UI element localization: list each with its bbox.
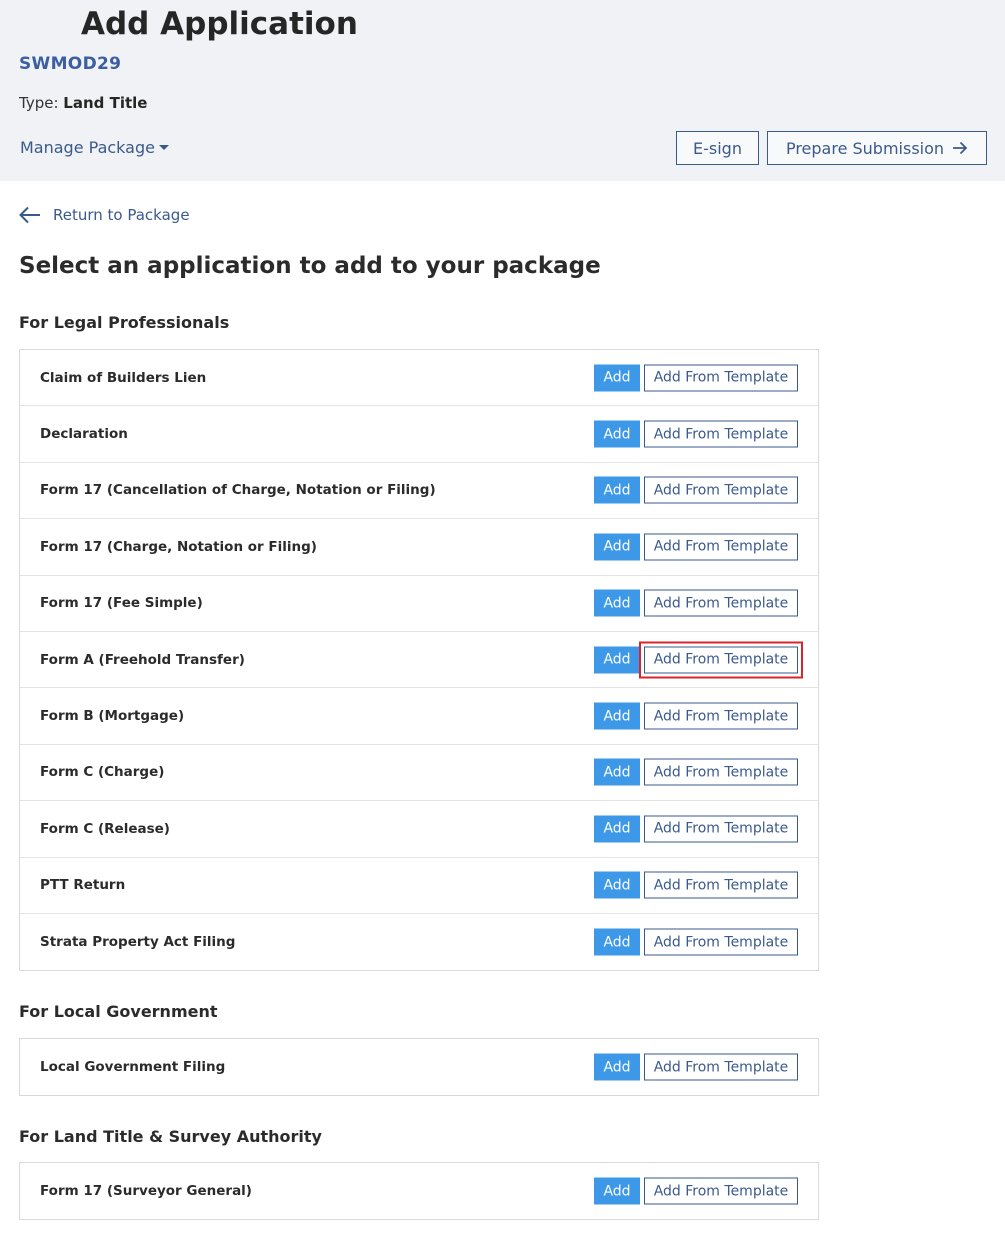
application-name: Form C (Charge)	[40, 764, 165, 781]
add-button[interactable]: Add	[594, 420, 640, 448]
application-name: Form 17 (Surveyor General)	[40, 1183, 252, 1200]
add-from-template-button[interactable]: Add From Template	[644, 928, 798, 956]
application-name: Local Government Filing	[40, 1059, 226, 1076]
application-row: PTT Return Add Add From Template	[20, 858, 818, 914]
application-name: Form 17 (Cancellation of Charge, Notatio…	[40, 482, 436, 499]
application-row: Declaration Add Add From Template	[20, 406, 818, 463]
add-from-template-button[interactable]: Add From Template	[644, 702, 798, 730]
add-from-template-button-highlighted[interactable]: Add From Template	[639, 641, 803, 679]
add-from-template-button[interactable]: Add From Template	[644, 364, 798, 392]
application-row: Local Government Filing Add Add From Tem…	[20, 1039, 818, 1095]
caret-down-icon	[158, 144, 169, 150]
add-button[interactable]: Add	[594, 1053, 640, 1081]
add-button[interactable]: Add	[594, 589, 640, 617]
add-from-template-button[interactable]: Add From Template	[644, 871, 798, 899]
add-from-template-button[interactable]: Add From Template	[644, 1177, 798, 1205]
application-name: Form B (Mortgage)	[40, 708, 185, 725]
application-name: Declaration	[40, 426, 128, 443]
add-button[interactable]: Add	[594, 871, 640, 899]
application-row: Form 17 (Charge, Notation or Filing) Add…	[20, 519, 818, 576]
add-button[interactable]: Add	[594, 476, 640, 504]
application-name: Form C (Release)	[40, 820, 170, 837]
add-button[interactable]: Add	[594, 1177, 640, 1205]
application-row: Form B (Mortgage) Add Add From Template	[20, 688, 818, 745]
application-list-land-title-survey-authority: Form 17 (Surveyor General) Add Add From …	[19, 1162, 819, 1221]
application-row: Form 17 (Fee Simple) Add Add From Templa…	[20, 576, 818, 632]
manage-package-label: Manage Package	[20, 138, 155, 157]
application-row: Form 17 (Cancellation of Charge, Notatio…	[20, 463, 818, 520]
add-button[interactable]: Add	[594, 758, 640, 786]
return-to-package-label: Return to Package	[53, 206, 190, 224]
application-name: Claim of Builders Lien	[40, 369, 207, 386]
application-list-local-government: Local Government Filing Add Add From Tem…	[19, 1038, 819, 1097]
add-from-template-button[interactable]: Add From Template	[644, 589, 798, 617]
page-title: Add Application	[81, 6, 358, 42]
application-list-legal-professionals: Claim of Builders Lien Add Add From Temp…	[19, 349, 819, 972]
manage-package-dropdown[interactable]: Manage Package	[20, 138, 169, 157]
application-row: Strata Property Act Filing Add Add From …	[20, 914, 818, 970]
arrow-right-icon	[953, 141, 968, 155]
section-title-legal-professionals: For Legal Professionals	[19, 313, 230, 332]
application-row: Form A (Freehold Transfer) Add Add From …	[20, 632, 818, 689]
application-row: Form C (Release) Add Add From Template	[20, 801, 818, 858]
application-name: Form A (Freehold Transfer)	[40, 651, 245, 668]
add-from-template-button[interactable]: Add From Template	[644, 420, 798, 448]
add-button[interactable]: Add	[594, 928, 640, 956]
section-title-land-title-survey-authority: For Land Title & Survey Authority	[19, 1127, 322, 1146]
application-row: Form 17 (Surveyor General) Add Add From …	[20, 1163, 818, 1219]
add-button[interactable]: Add	[594, 364, 640, 392]
add-from-template-button[interactable]: Add From Template	[644, 533, 798, 561]
select-application-heading: Select an application to add to your pac…	[19, 253, 601, 279]
package-type-label: Type:	[19, 94, 59, 112]
add-button[interactable]: Add	[594, 646, 640, 674]
add-button[interactable]: Add	[594, 702, 640, 730]
add-from-template-button[interactable]: Add From Template	[644, 758, 798, 786]
section-title-local-government: For Local Government	[19, 1002, 218, 1021]
add-from-template-button[interactable]: Add From Template	[644, 815, 798, 843]
esign-button[interactable]: E-sign	[676, 131, 759, 165]
add-from-template-button[interactable]: Add From Template	[644, 476, 798, 504]
application-name: Strata Property Act Filing	[40, 934, 236, 951]
arrow-left-icon	[19, 206, 40, 224]
prepare-submission-button[interactable]: Prepare Submission	[767, 131, 987, 165]
application-name: Form 17 (Charge, Notation or Filing)	[40, 538, 317, 555]
prepare-submission-label: Prepare Submission	[785, 138, 945, 158]
application-name: Form 17 (Fee Simple)	[40, 595, 203, 612]
add-button[interactable]: Add	[594, 815, 640, 843]
page-header: Add Application SWMOD29 Type: Land Title…	[0, 0, 1005, 181]
return-to-package-link[interactable]: Return to Package	[19, 206, 190, 224]
application-row: Claim of Builders Lien Add Add From Temp…	[20, 350, 818, 407]
package-type-value: Land Title	[63, 94, 148, 112]
package-type: Type: Land Title	[19, 94, 147, 112]
application-row: Form C (Charge) Add Add From Template	[20, 745, 818, 802]
add-from-template-button[interactable]: Add From Template	[644, 1053, 798, 1081]
package-id: SWMOD29	[19, 54, 122, 74]
add-button[interactable]: Add	[594, 533, 640, 561]
application-name: PTT Return	[40, 877, 126, 894]
